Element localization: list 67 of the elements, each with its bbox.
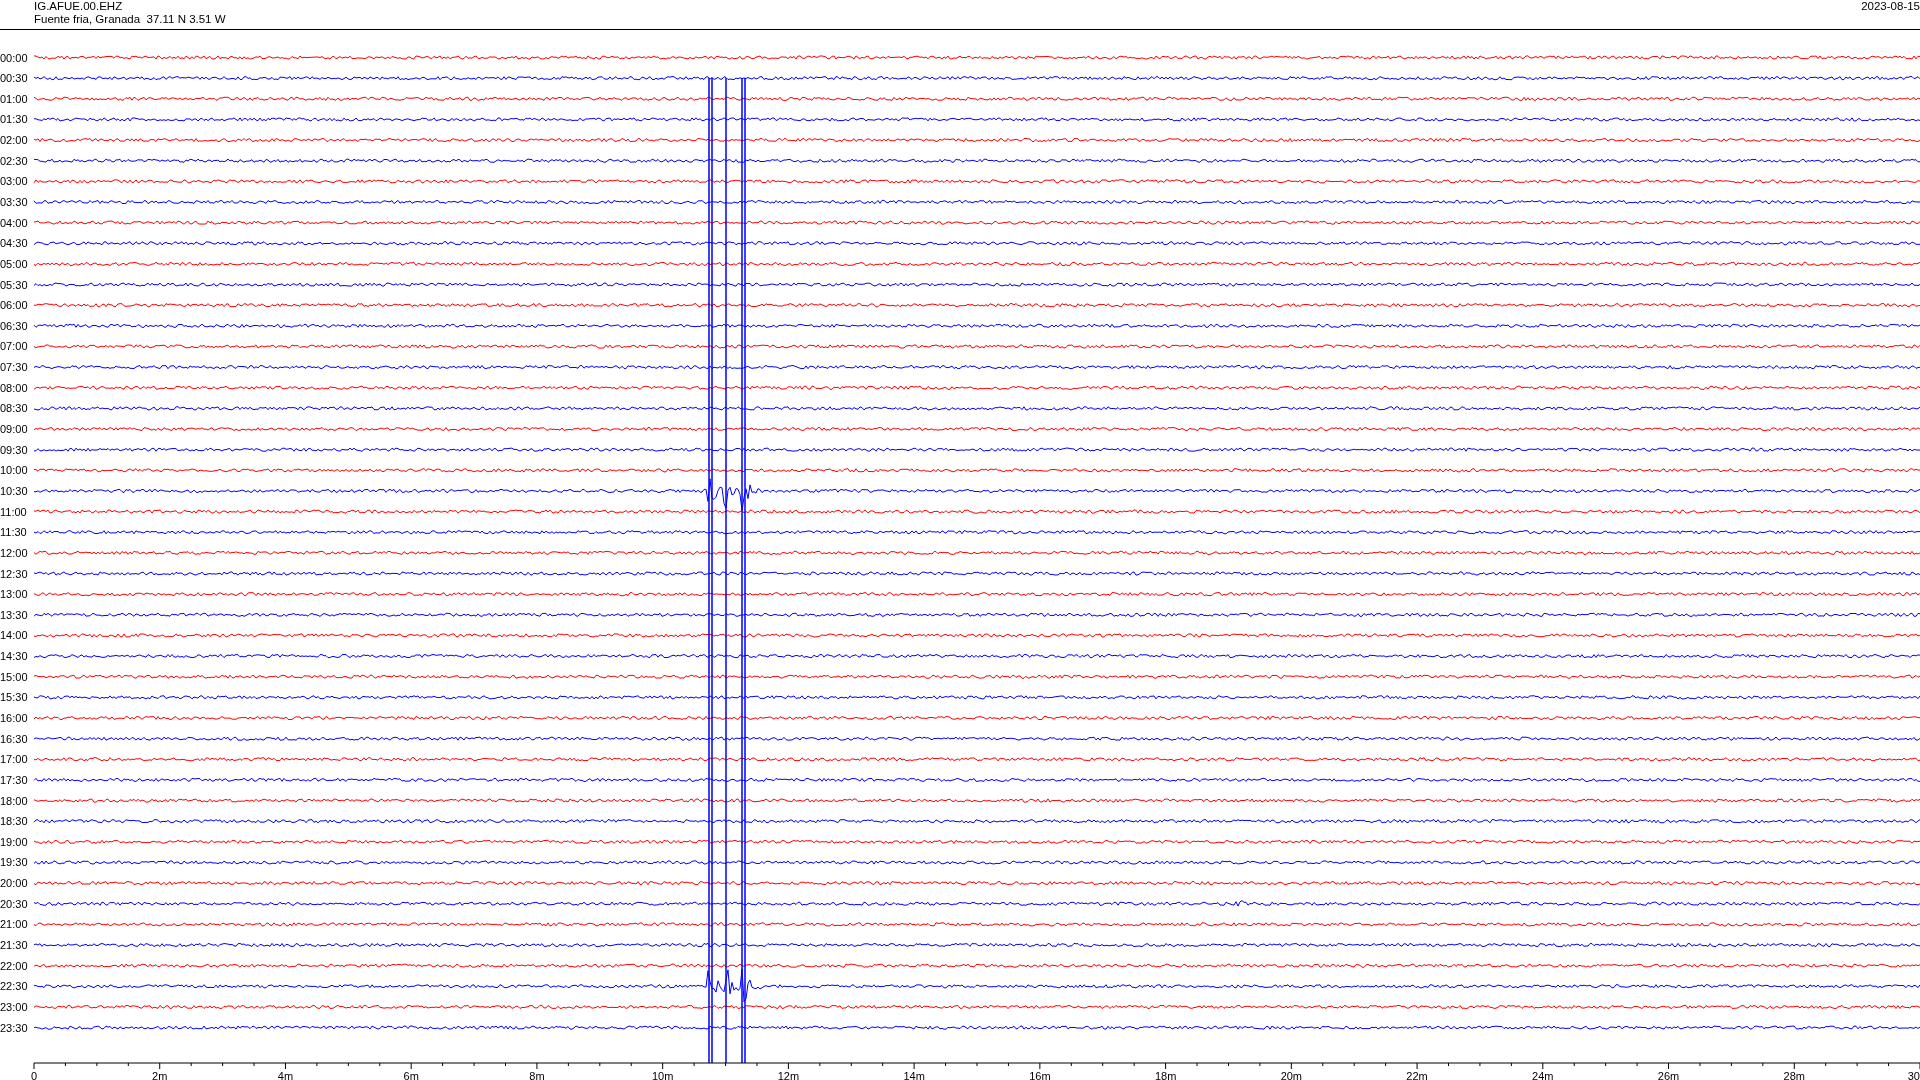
time-label: 00:00	[0, 51, 28, 64]
time-label: 13:00	[0, 588, 28, 601]
time-label: 14:00	[0, 629, 28, 642]
time-label: 01:00	[0, 92, 28, 105]
time-label: 19:30	[0, 856, 28, 869]
time-label: 07:30	[0, 361, 28, 374]
time-label: 12:00	[0, 546, 28, 559]
time-label: 03:30	[0, 196, 28, 208]
station-code: IG.AFUE.00.EHZ	[34, 0, 124, 13]
time-label: 16:30	[0, 732, 28, 745]
axis-label: 24m	[1532, 1070, 1554, 1080]
date-label: 2023-08-15	[1861, 0, 1920, 14]
time-label: 10:00	[0, 464, 28, 477]
time-label: 02:30	[0, 154, 28, 167]
time-label: 10:30	[0, 484, 28, 497]
axis-label: 0	[30, 1070, 38, 1080]
time-label: 05:00	[0, 257, 28, 270]
time-label: 11:30	[0, 526, 27, 539]
axis-label: 14m	[903, 1070, 925, 1080]
axis-label: 20m	[1280, 1070, 1303, 1080]
time-label: 17:30	[0, 773, 28, 786]
time-label: 13:30	[0, 608, 28, 621]
axis-label: 22m	[1406, 1070, 1428, 1080]
time-label: 17:00	[0, 753, 28, 766]
time-label: 04:30	[0, 237, 28, 250]
time-label: 09:00	[0, 423, 28, 435]
time-label: 09:30	[0, 443, 28, 456]
axis-label: 12m	[777, 1070, 800, 1080]
time-label: 16:00	[0, 712, 28, 724]
time-label: 14:30	[0, 650, 28, 663]
time-label: 05:30	[0, 278, 28, 291]
time-label: 18:00	[0, 794, 28, 807]
time-label: 01:30	[0, 113, 28, 126]
time-label: 11:00	[0, 505, 27, 518]
axis-label: 10m	[651, 1070, 674, 1080]
time-label: 20:30	[0, 897, 28, 910]
time-label: 23:30	[0, 1021, 28, 1034]
time-label: 06:30	[0, 319, 28, 332]
time-label: 08:00	[0, 381, 28, 394]
time-label: 12:30	[0, 567, 28, 580]
time-label: 07:00	[0, 340, 28, 353]
time-label: 18:30	[0, 815, 28, 828]
time-label: 06:00	[0, 299, 28, 312]
time-label: 19:00	[0, 835, 28, 848]
axis-label: 6m	[403, 1070, 419, 1080]
axis-label: 8m	[529, 1070, 545, 1080]
time-label: 04:00	[0, 216, 28, 229]
time-label: 21:30	[0, 939, 28, 951]
time-label: 02:00	[0, 134, 28, 147]
time-label: 20:00	[0, 877, 28, 890]
time-label: 23:00	[0, 1000, 28, 1013]
axis-label: 18m	[1154, 1070, 1177, 1080]
time-label: 21:00	[0, 918, 28, 931]
time-label: 15:00	[0, 670, 28, 683]
axis-label: 2m	[152, 1070, 168, 1080]
axis-label: 26m	[1657, 1070, 1680, 1080]
axis-label: 4m	[277, 1070, 294, 1080]
time-label: 22:00	[0, 959, 28, 972]
axis-label: 16m	[1029, 1070, 1051, 1080]
time-label: 00:30	[0, 72, 28, 85]
time-label: 15:30	[0, 691, 28, 704]
time-label: 08:30	[0, 402, 28, 415]
axis-label: 28m	[1783, 1070, 1805, 1080]
axis-label: 30	[1907, 1070, 1920, 1080]
station-location: Fuente fria, Granada 37.11 N 3.51 W	[34, 13, 226, 26]
time-label: 22:30	[0, 980, 28, 993]
time-label: 03:00	[0, 175, 28, 188]
